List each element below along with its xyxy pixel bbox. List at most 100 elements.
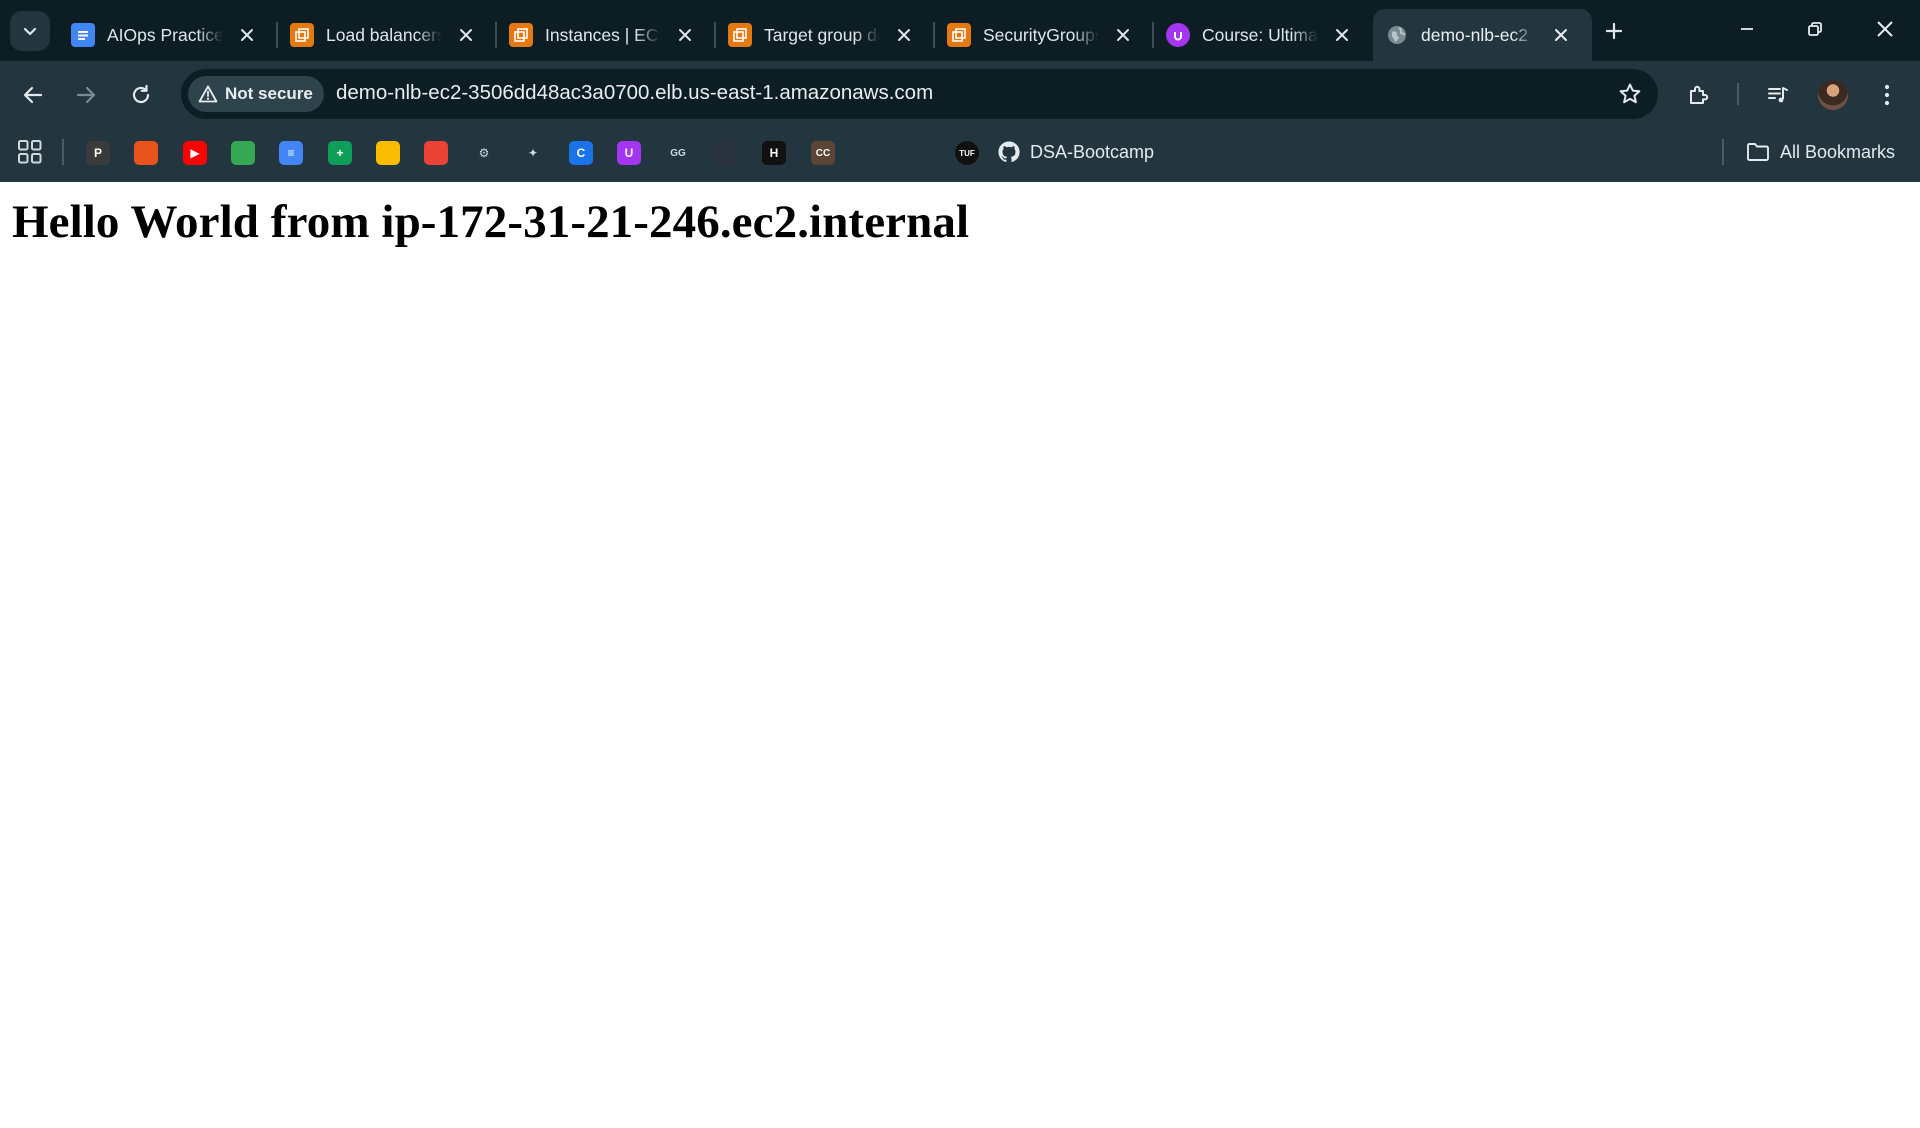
folder-icon [1747, 143, 1769, 161]
bookmarks-separator [1722, 139, 1724, 165]
puzzle-icon [1690, 85, 1709, 104]
tab-security-groups[interactable]: SecurityGroups [935, 9, 1154, 61]
minimize-icon [1741, 28, 1753, 30]
chevron-down-icon [23, 27, 37, 36]
profile-button[interactable] [1814, 76, 1852, 114]
bookmark-glyph: + [336, 146, 344, 160]
bookmark-youtube-icon[interactable]: ▶ [183, 141, 207, 165]
back-button[interactable] [14, 76, 52, 114]
bookmark-dsa-bootcamp[interactable]: DSA-Bootcamp [997, 137, 1154, 167]
bookmark-glyph: C [576, 146, 586, 160]
bookmark-hackerrank-icon[interactable]: H [762, 141, 786, 165]
site-info-chip[interactable]: Not secure [188, 76, 324, 112]
close-tab-icon[interactable] [672, 22, 698, 48]
bookmark-docs-icon[interactable]: ≡ [279, 141, 303, 165]
bookmark-sheets-icon[interactable]: + [328, 141, 352, 165]
tab-demo-nlb[interactable]: demo-nlb-ec2 [1373, 9, 1592, 61]
bookmark-photos-icon[interactable] [424, 141, 448, 165]
close-tab-icon[interactable] [1110, 22, 1136, 48]
kebab-menu-icon [1884, 84, 1890, 106]
tab-instances[interactable]: Instances | EC2 [497, 9, 716, 61]
bookmark-chart-icon[interactable] [859, 141, 883, 165]
tab-title: Target group details [764, 24, 880, 45]
bookmark-label: DSA-Bootcamp [1030, 141, 1155, 162]
toolbar-divider [1737, 83, 1739, 105]
bookmark-dark-icon[interactable] [714, 141, 738, 165]
aws-icon [728, 23, 752, 47]
plus-icon [1605, 22, 1623, 40]
globe-icon [1385, 23, 1409, 47]
close-tab-icon[interactable] [453, 22, 479, 48]
browser-toolbar: Not secure demo-nlb-ec2-3506dd48ac3a0700… [0, 61, 1920, 127]
bookmark-chatgpt-icon[interactable]: ⚙ [472, 141, 496, 165]
bookmark-glyph: ✦ [527, 146, 539, 160]
apps-grid-icon[interactable] [17, 139, 43, 165]
forward-button[interactable] [67, 76, 105, 114]
reload-icon [132, 84, 150, 104]
bookmark-tuf-icon[interactable]: TUF [955, 141, 979, 165]
avatar [1818, 80, 1848, 110]
bookmark-p-icon[interactable]: P [86, 141, 110, 165]
media-controls-button[interactable] [1759, 76, 1797, 114]
bookmark-glyph: ≡ [287, 146, 295, 160]
bookmark-gfg-icon[interactable]: GG [666, 141, 690, 165]
bookmark-glyph: ⚙ [478, 146, 490, 160]
udemy-icon [1166, 23, 1190, 47]
google-docs-icon [71, 23, 95, 47]
tab-title: AIOps Practice [107, 24, 223, 45]
aws-icon [290, 23, 314, 47]
all-bookmarks-button[interactable]: All Bookmarks [1746, 137, 1895, 167]
security-status-label: Not secure [225, 84, 313, 103]
bookmark-star-button[interactable] [1616, 80, 1644, 108]
bookmark-glyph: P [93, 146, 102, 160]
tab-target-group[interactable]: Target group details [716, 9, 935, 61]
page-heading: Hello World from ip-172-31-21-246.ec2.in… [12, 196, 970, 248]
close-icon [1877, 21, 1893, 37]
warning-icon [198, 85, 218, 103]
bookmark-glyph: U [624, 146, 634, 160]
url-text[interactable]: demo-nlb-ec2-3506dd48ac3a0700.elb.us-eas… [336, 81, 933, 105]
new-tab-button[interactable] [1596, 13, 1632, 49]
arrow-left-icon [23, 86, 43, 104]
tab-course[interactable]: Course: Ultimate [1154, 9, 1373, 61]
tab-load-balancers[interactable]: Load balancers [278, 9, 497, 61]
tab-search-button[interactable] [10, 11, 50, 51]
bookmark-c-icon[interactable]: C [569, 141, 593, 165]
star-icon [1619, 83, 1641, 104]
minimize-button[interactable] [1714, 0, 1780, 58]
bookmarks-bar: P ▶ ≡ + ⚙ ✦ C U GG H CC TUF DSA-Bootcamp All Bookma… [0, 127, 1920, 182]
extensions-button[interactable] [1680, 76, 1718, 114]
tab-aiops[interactable]: AIOps Practice [59, 9, 278, 61]
bookmark-stackoverflow-icon[interactable] [907, 141, 931, 165]
close-tab-icon[interactable] [891, 22, 917, 48]
bookmark-glyph: CC [815, 147, 831, 159]
address-bar[interactable]: Not secure demo-nlb-ec2-3506dd48ac3a0700… [181, 69, 1658, 119]
aws-icon [947, 23, 971, 47]
bookmark-gemini-icon[interactable]: ✦ [521, 141, 545, 165]
restore-icon [1808, 22, 1822, 36]
close-tab-icon[interactable] [1548, 22, 1574, 48]
reload-button[interactable] [122, 76, 160, 114]
close-tab-icon[interactable] [234, 22, 260, 48]
arrow-right-icon [76, 86, 96, 104]
bookmark-glyph: GG [670, 147, 686, 159]
tab-strip: AIOps Practice Load balancers Instances … [0, 0, 1920, 61]
browser-menu-button[interactable] [1868, 76, 1906, 114]
bookmark-udemy-icon[interactable]: U [617, 141, 641, 165]
tab-title: SecurityGroups [983, 24, 1099, 45]
tab-title: Load balancers [326, 24, 442, 45]
bookmark-drive-icon[interactable] [376, 141, 400, 165]
tab-list: AIOps Practice Load balancers Instances … [59, 9, 1592, 61]
close-window-button[interactable] [1852, 0, 1918, 58]
bookmark-glyph: TUF [959, 148, 975, 158]
tab-title: Course: Ultimate [1202, 24, 1318, 45]
bookmark-glyph: ▶ [190, 146, 200, 160]
bookmark-maps-icon[interactable] [231, 141, 255, 165]
close-tab-icon[interactable] [1329, 22, 1355, 48]
bookmark-fire-icon[interactable] [134, 141, 158, 165]
all-bookmarks-label: All Bookmarks [1780, 141, 1896, 162]
bookmark-cc-icon[interactable]: CC [811, 141, 835, 165]
restore-button[interactable] [1782, 0, 1848, 58]
aws-icon [509, 23, 533, 47]
bookmarks-separator [62, 139, 64, 165]
